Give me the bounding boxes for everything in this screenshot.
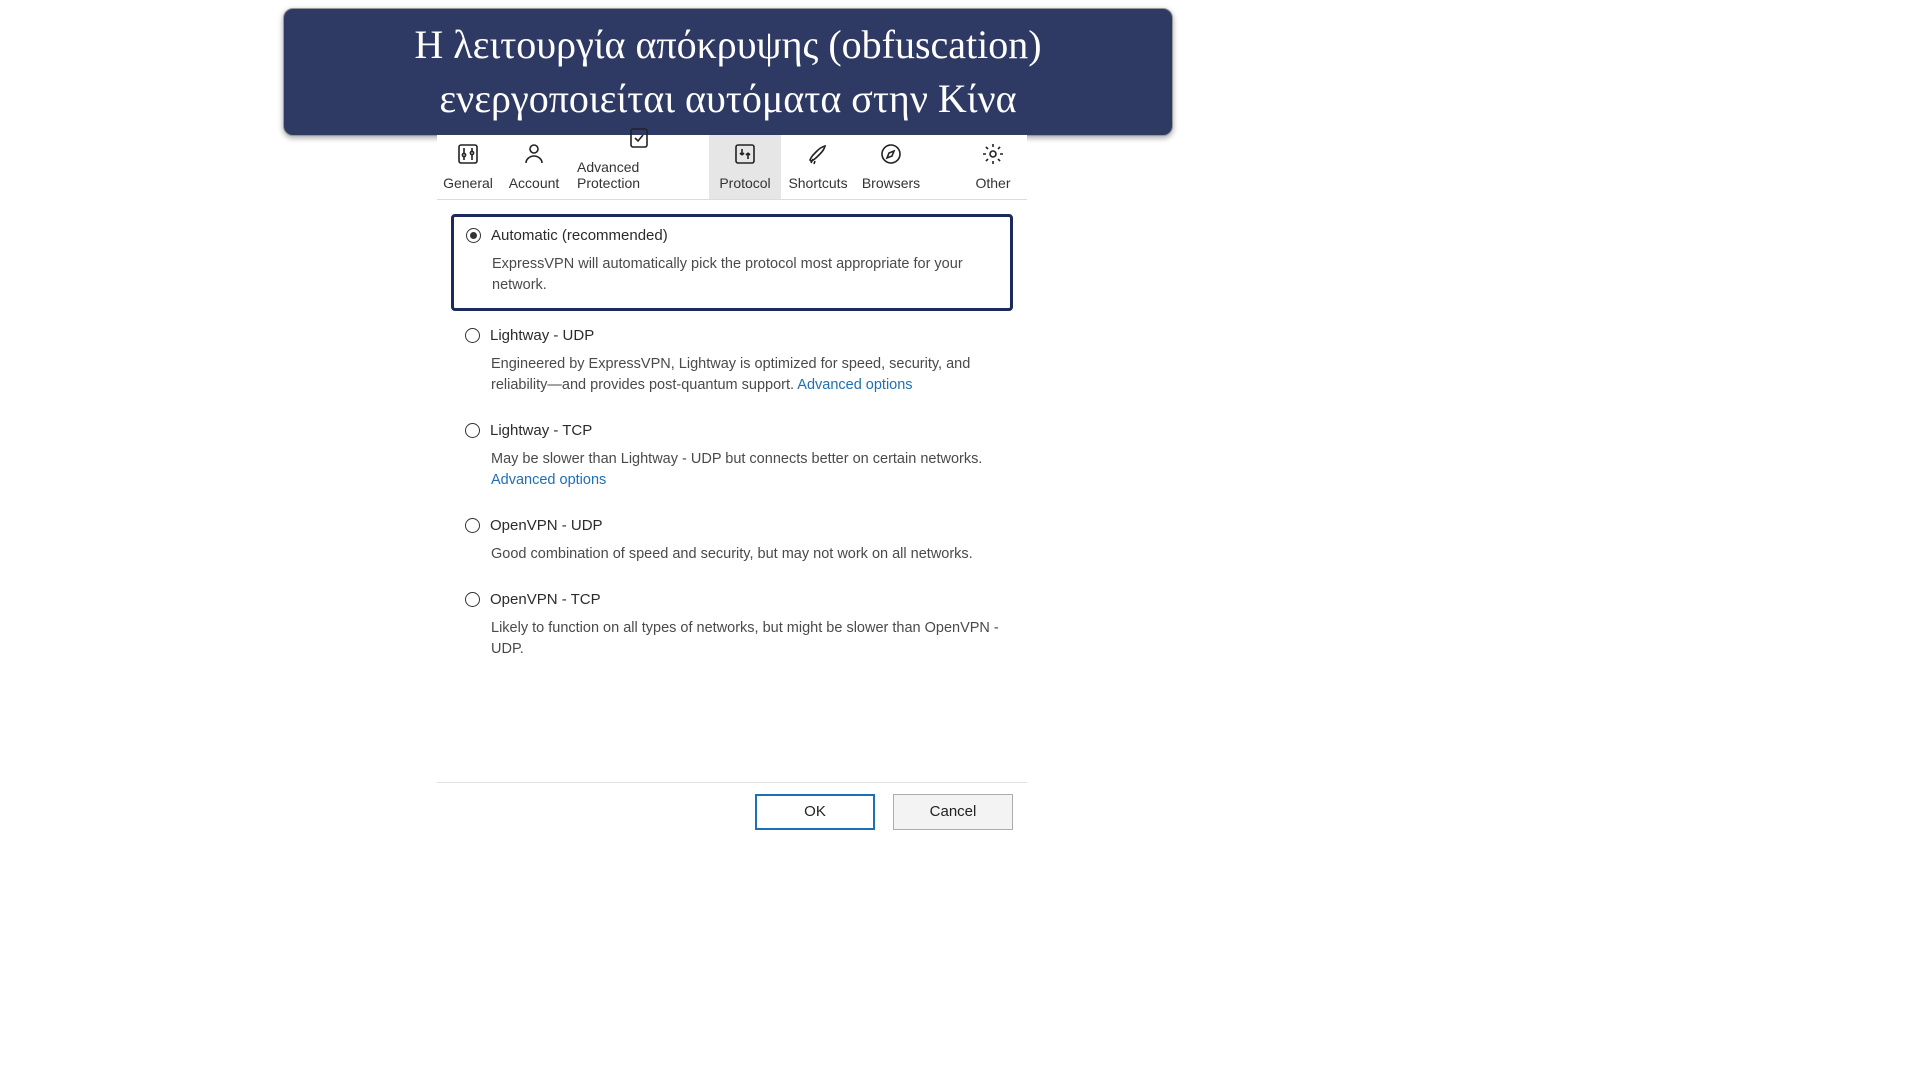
option-head[interactable]: OpenVPN - TCP [465,591,999,608]
option-head[interactable]: Lightway - TCP [465,422,999,439]
option-desc: Good combination of speed and security, … [491,544,999,565]
tab-label: General [443,175,493,191]
tab-label: Protocol [719,175,770,191]
option-title: Lightway - UDP [490,327,594,344]
annotation-banner: Η λειτουργία απόκρυψης (obfuscation) ενε… [283,8,1173,136]
ok-button[interactable]: OK [755,794,875,830]
tab-browsers[interactable]: Browsers [855,135,927,199]
advanced-options-link[interactable]: Advanced options [797,377,912,393]
tab-general[interactable]: General [437,135,499,199]
option-desc: May be slower than Lightway - UDP but co… [491,449,999,491]
compass-icon [879,142,903,169]
banner-line-1: Η λειτουργία απόκρυψης (obfuscation) [304,18,1152,72]
option-desc: ExpressVPN will automatically pick the p… [492,254,998,296]
banner-line-2: ενεργοποιείται αυτόματα στην Κίνα [304,72,1152,126]
shield-check-icon [627,126,651,153]
option-title: Automatic (recommended) [491,227,668,244]
settings-dialog: General Account Advanced Protection Prot… [437,135,1027,840]
tab-label: Browsers [862,175,920,191]
option-head[interactable]: Lightway - UDP [465,327,999,344]
tab-advanced-protection[interactable]: Advanced Protection [569,135,709,199]
tab-label: Shortcuts [788,175,847,191]
option-desc: Engineered by ExpressVPN, Lightway is op… [491,354,999,396]
tab-account[interactable]: Account [499,135,569,199]
tab-label: Account [509,175,560,191]
tab-protocol[interactable]: Protocol [709,135,781,199]
radio-icon[interactable] [466,228,481,243]
protocol-option-lightway-udp[interactable]: Lightway - UDP Engineered by ExpressVPN,… [451,315,1013,410]
cancel-button[interactable]: Cancel [893,794,1013,830]
tab-label: Advanced Protection [577,159,701,191]
person-icon [522,142,546,169]
option-head[interactable]: Automatic (recommended) [466,227,998,244]
protocol-option-lightway-tcp[interactable]: Lightway - TCP May be slower than Lightw… [451,410,1013,505]
option-title: OpenVPN - UDP [490,517,603,534]
radio-icon[interactable] [465,423,480,438]
protocol-option-automatic[interactable]: Automatic (recommended) ExpressVPN will … [451,214,1013,311]
protocol-option-openvpn-tcp[interactable]: OpenVPN - TCP Likely to function on all … [451,579,1013,674]
dialog-footer: OK Cancel [437,782,1027,840]
rocket-icon [806,142,830,169]
option-title: OpenVPN - TCP [490,591,601,608]
sliders-icon [456,142,480,169]
advanced-options-link[interactable]: Advanced options [491,472,606,488]
protocol-options: Automatic (recommended) ExpressVPN will … [437,200,1027,782]
radio-icon[interactable] [465,328,480,343]
transfer-icon [733,142,757,169]
tab-shortcuts[interactable]: Shortcuts [781,135,855,199]
tab-label: Other [975,175,1010,191]
option-title: Lightway - TCP [490,422,592,439]
option-head[interactable]: OpenVPN - UDP [465,517,999,534]
radio-icon[interactable] [465,592,480,607]
radio-icon[interactable] [465,518,480,533]
protocol-option-openvpn-udp[interactable]: OpenVPN - UDP Good combination of speed … [451,505,1013,579]
option-desc: Likely to function on all types of netwo… [491,618,999,660]
gear-icon [981,142,1005,169]
tab-other[interactable]: Other [963,135,1023,199]
settings-tabstrip: General Account Advanced Protection Prot… [437,135,1027,200]
